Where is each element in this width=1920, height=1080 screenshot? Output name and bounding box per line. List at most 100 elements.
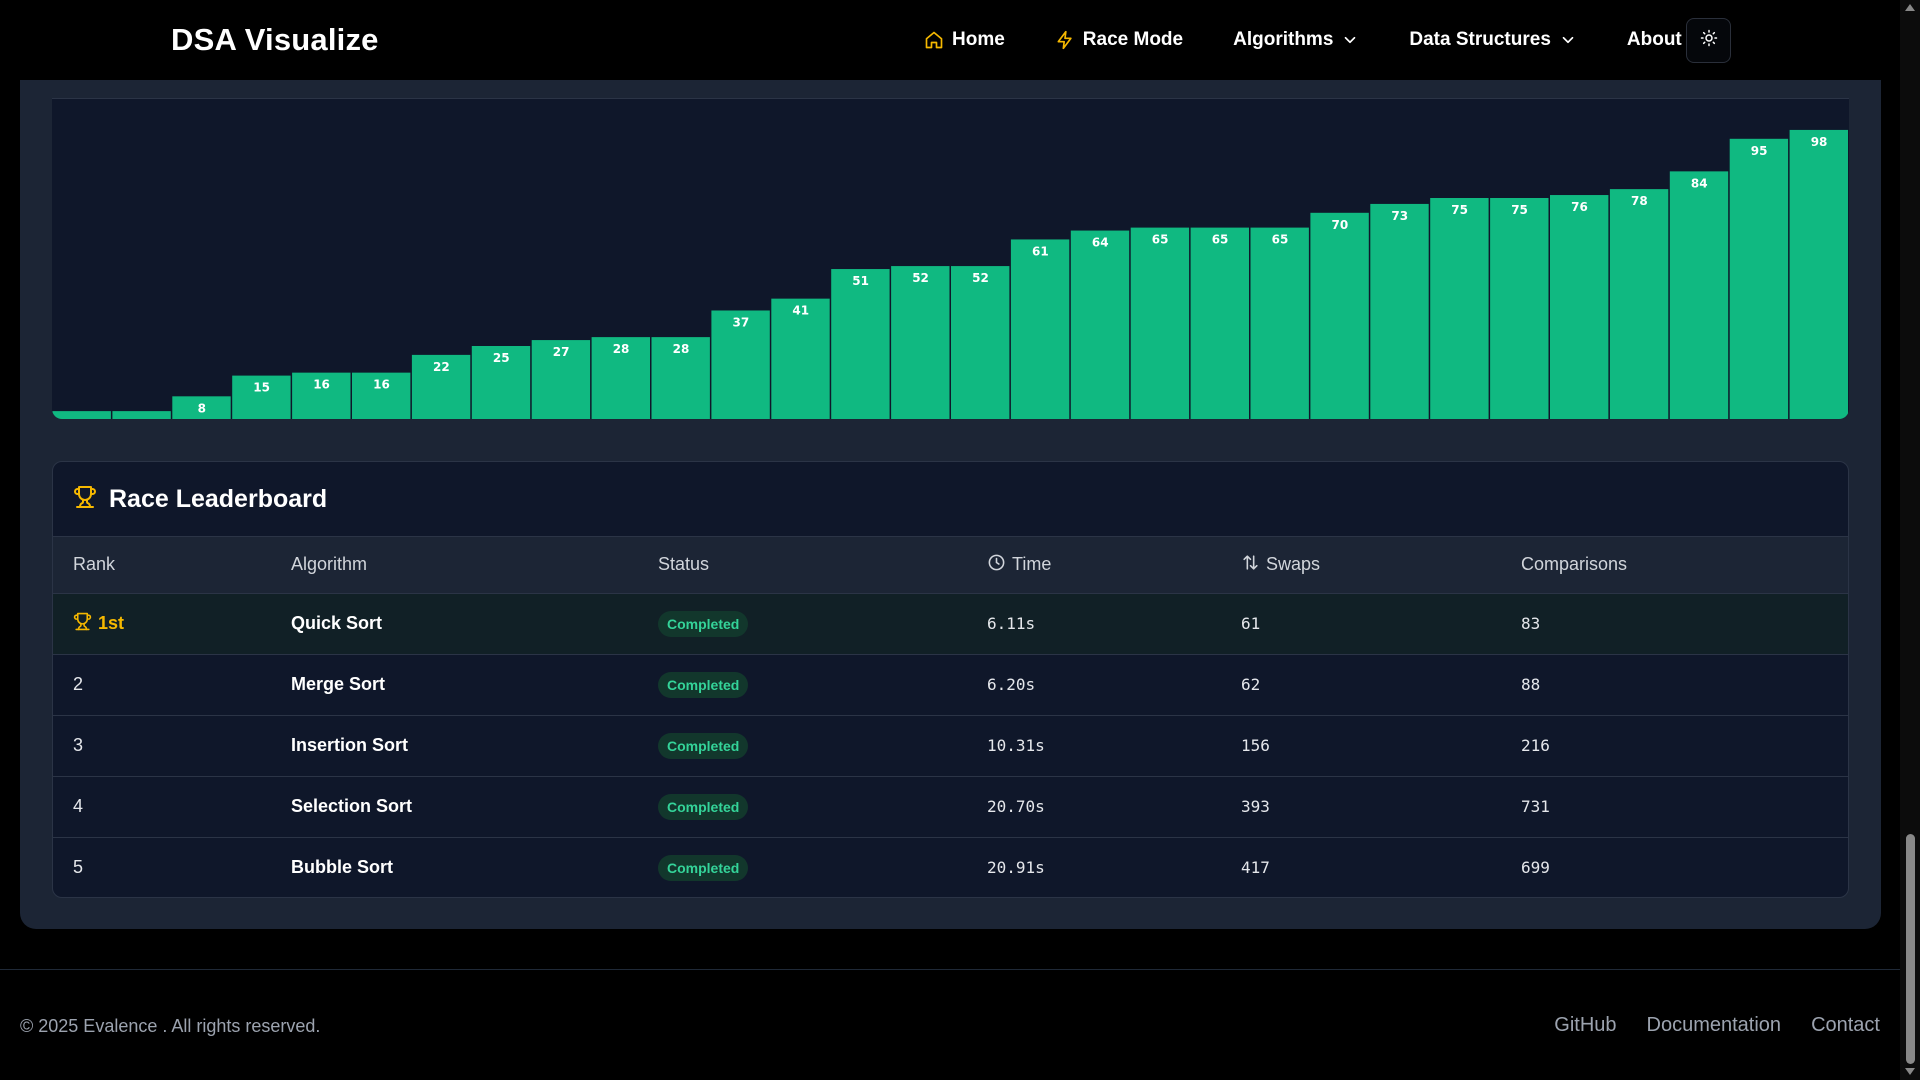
col-time: Time bbox=[967, 537, 1221, 593]
status-cell: Completed bbox=[638, 837, 967, 897]
scroll-down-arrow-icon[interactable] bbox=[1905, 1068, 1915, 1075]
footer-links: GitHub Documentation Contact bbox=[1554, 1014, 1880, 1037]
comparisons-cell: 216 bbox=[1521, 736, 1550, 755]
status-badge: Completed bbox=[658, 854, 749, 881]
status-badge: Completed bbox=[658, 671, 749, 698]
bar-value-label: 16 bbox=[313, 378, 330, 392]
comparisons-cell: 699 bbox=[1521, 858, 1550, 878]
navbar: DSA Visualize Home Race Mode Algorithms … bbox=[0, 0, 1900, 80]
bar-value-label: 22 bbox=[433, 360, 450, 374]
bar-value-label: 37 bbox=[732, 315, 749, 329]
footer-link-contact[interactable]: Contact bbox=[1811, 1014, 1880, 1037]
array-bar bbox=[1669, 171, 1729, 419]
trophy-icon bbox=[73, 485, 97, 514]
bar-value-label: 51 bbox=[852, 274, 869, 288]
status-badge: Completed bbox=[658, 732, 749, 759]
array-bar bbox=[1190, 227, 1249, 419]
lightning-icon bbox=[1055, 30, 1075, 50]
bar-value-label: 70 bbox=[1331, 218, 1348, 232]
status-cell: Completed bbox=[638, 776, 967, 837]
col-algorithm: Algorithm bbox=[291, 554, 368, 575]
array-bar bbox=[1070, 230, 1130, 419]
home-icon bbox=[924, 30, 944, 50]
footer-divider bbox=[0, 969, 1900, 970]
array-bar bbox=[951, 266, 1010, 419]
bar-value-label: 52 bbox=[912, 271, 929, 285]
array-bar bbox=[52, 411, 111, 419]
swaps-cell: 417 bbox=[1241, 858, 1270, 878]
rank-cell: 1st bbox=[53, 593, 271, 654]
bar-value-label: 41 bbox=[792, 304, 809, 318]
leaderboard-title: Race Leaderboard bbox=[109, 484, 328, 513]
array-bar bbox=[1370, 203, 1429, 419]
table-header-row: Rank Algorithm Status Time Swaps Compari… bbox=[53, 537, 1848, 593]
sun-icon bbox=[1700, 29, 1718, 52]
swaps-cell: 61 bbox=[1241, 614, 1261, 633]
chevron-down-icon bbox=[1559, 31, 1577, 49]
scrollbar-thumb[interactable] bbox=[1906, 834, 1915, 1064]
bar-value-label: 95 bbox=[1751, 144, 1768, 158]
swaps-cell: 62 bbox=[1241, 675, 1261, 694]
brand-logo-text[interactable]: DSA Visualize bbox=[171, 22, 379, 58]
time-cell: 20.70s bbox=[987, 797, 1045, 816]
status-cell: Completed bbox=[638, 715, 967, 776]
array-bar bbox=[112, 411, 171, 419]
trophy-icon bbox=[73, 612, 92, 636]
time-cell: 6.20s bbox=[987, 675, 1036, 694]
bar-value-label: 28 bbox=[673, 342, 690, 356]
time-cell: 20.91s bbox=[987, 858, 1045, 878]
rank-cell: 4 bbox=[73, 796, 84, 816]
bar-value-label: 61 bbox=[1032, 244, 1049, 258]
swap-arrows-icon bbox=[1241, 553, 1260, 577]
bar-value-label: 27 bbox=[553, 345, 570, 359]
nav-algorithms-dropdown[interactable]: Algorithms bbox=[1233, 29, 1359, 51]
algorithm-cell: Quick Sort bbox=[291, 613, 383, 633]
footer-link-documentation[interactable]: Documentation bbox=[1647, 1014, 1782, 1037]
array-bar bbox=[891, 266, 950, 419]
page-scrollbar[interactable] bbox=[1900, 0, 1920, 1080]
bar-value-label: 15 bbox=[253, 381, 270, 395]
nav-about[interactable]: About bbox=[1627, 29, 1682, 51]
table-row: 2 Merge Sort Completed 6.20s 62 88 bbox=[53, 654, 1848, 715]
nav-home[interactable]: Home bbox=[924, 29, 1005, 51]
array-bar bbox=[1250, 227, 1309, 419]
comparisons-cell: 88 bbox=[1521, 675, 1541, 694]
array-bar bbox=[1609, 189, 1669, 419]
algorithm-cell: Merge Sort bbox=[291, 674, 386, 694]
nav-data-structures-label: Data Structures bbox=[1409, 29, 1551, 50]
footer-link-github[interactable]: GitHub bbox=[1554, 1014, 1616, 1037]
race-leaderboard: Race Leaderboard Rank Algorithm Status T… bbox=[52, 461, 1849, 898]
main-nav: Home Race Mode Algorithms Data Structure… bbox=[924, 0, 1732, 80]
array-bar bbox=[1310, 212, 1369, 419]
rank-cell: 3 bbox=[73, 735, 84, 755]
nav-data-structures-dropdown[interactable]: Data Structures bbox=[1409, 29, 1577, 51]
algorithm-cell: Selection Sort bbox=[291, 796, 413, 816]
leaderboard-table: Rank Algorithm Status Time Swaps Compari… bbox=[53, 537, 1848, 897]
bar-value-label: 73 bbox=[1391, 209, 1408, 223]
bar-value-label: 78 bbox=[1631, 194, 1648, 208]
status-cell: Completed bbox=[638, 593, 967, 654]
bar-value-label: 16 bbox=[373, 378, 390, 392]
comparisons-cell: 83 bbox=[1521, 614, 1541, 633]
bar-value-label: 75 bbox=[1451, 203, 1468, 217]
rank-cell: 5 bbox=[73, 857, 84, 878]
bar-value-label: 65 bbox=[1152, 233, 1169, 247]
array-visualization: 8 15 16 16 22 25 27 28 28 37 41 51 52 52 61 64 65 65 65 70 7… bbox=[52, 98, 1849, 419]
col-comparisons: Comparisons bbox=[1521, 554, 1628, 575]
swaps-cell: 393 bbox=[1241, 797, 1270, 816]
array-bar bbox=[1010, 239, 1070, 419]
col-status: Status bbox=[658, 554, 710, 575]
table-row: 1st Quick Sort Completed 6.11s 61 83 bbox=[53, 593, 1848, 654]
bar-value-label: 65 bbox=[1212, 233, 1229, 247]
bar-value-label: 25 bbox=[493, 351, 510, 365]
scroll-up-arrow-icon[interactable] bbox=[1905, 4, 1915, 11]
nav-race-mode[interactable]: Race Mode bbox=[1055, 29, 1183, 51]
theme-toggle-button[interactable] bbox=[1686, 18, 1731, 63]
comparisons-cell: 731 bbox=[1521, 797, 1550, 816]
bar-value-label: 8 bbox=[198, 401, 206, 415]
nav-home-label: Home bbox=[952, 29, 1005, 50]
table-row: 3 Insertion Sort Completed 10.31s 156 21… bbox=[53, 715, 1848, 776]
bar-value-label: 75 bbox=[1511, 203, 1528, 217]
clock-icon bbox=[987, 553, 1006, 577]
array-bar bbox=[1729, 138, 1789, 419]
